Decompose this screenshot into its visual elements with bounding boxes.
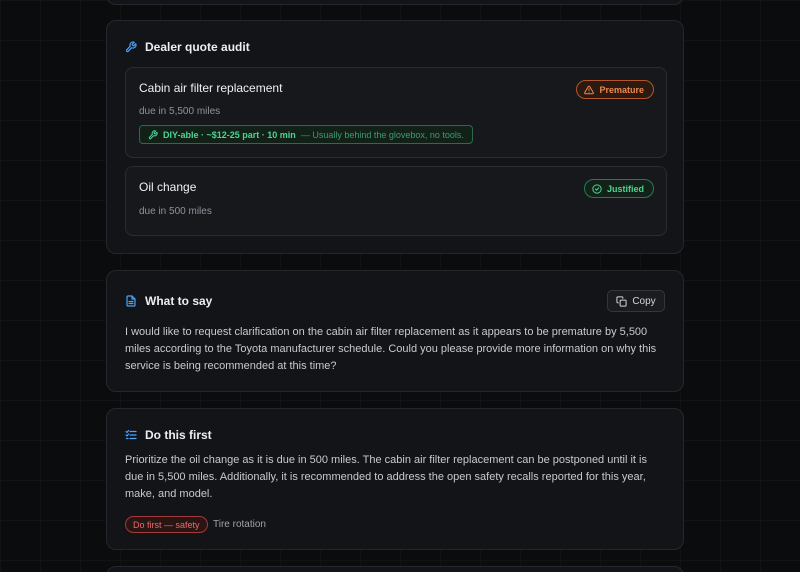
diy-tag: DIY-able · ~$12-25 part · 10 min — Usual… (139, 125, 473, 144)
justified-badge: Justified (583, 179, 654, 198)
previous-card (106, 0, 684, 5)
say-title: What to say (145, 294, 213, 308)
audit-item-oil-change: Oil change Justified due in 500 miles (125, 166, 667, 236)
first-text: Prioritize the oil change as it is due i… (125, 454, 647, 500)
copy-label: Copy (632, 295, 656, 307)
first-title: Do this first (145, 428, 212, 442)
checklist-icon (125, 429, 137, 440)
premature-badge: Premature (576, 80, 654, 99)
item-due: due in 500 miles (139, 206, 212, 217)
tag-tire-rotation: Tire rotation (213, 519, 266, 530)
what-to-say-card: What to say Copy I would like to request… (106, 270, 684, 392)
diy-summary: DIY-able · ~$12-25 part · 10 min (163, 129, 296, 140)
tag-do-first-safety: Do first — safety (125, 516, 208, 533)
item-title: Oil change (139, 180, 197, 194)
wrench-icon (125, 41, 137, 53)
badge-label: Justified (606, 183, 644, 194)
copy-icon (616, 295, 627, 307)
say-text: I would like to request clarification on… (125, 326, 657, 372)
badge-label: Premature (599, 84, 644, 95)
warning-triangle-icon (584, 85, 595, 94)
diy-note: — Usually behind the glovebox, no tools. (300, 129, 464, 140)
next-card (106, 566, 684, 572)
audit-item-cabin-filter: Cabin air filter replacement Premature d… (125, 67, 667, 158)
do-this-first-card: Do this first Prioritize the oil change … (106, 408, 684, 550)
item-due: due in 5,500 miles (139, 106, 221, 117)
first-header: Do this first (125, 428, 212, 442)
wrench-icon (148, 129, 158, 139)
check-circle-icon (592, 183, 602, 194)
audit-title: Dealer quote audit (145, 40, 250, 54)
audit-header: Dealer quote audit (125, 40, 250, 54)
dealer-quote-audit-card: Dealer quote audit Cabin air filter repl… (106, 20, 684, 254)
item-title: Cabin air filter replacement (139, 81, 283, 95)
say-header: What to say (125, 294, 212, 308)
document-icon (126, 295, 136, 307)
copy-button[interactable]: Copy (607, 290, 665, 312)
